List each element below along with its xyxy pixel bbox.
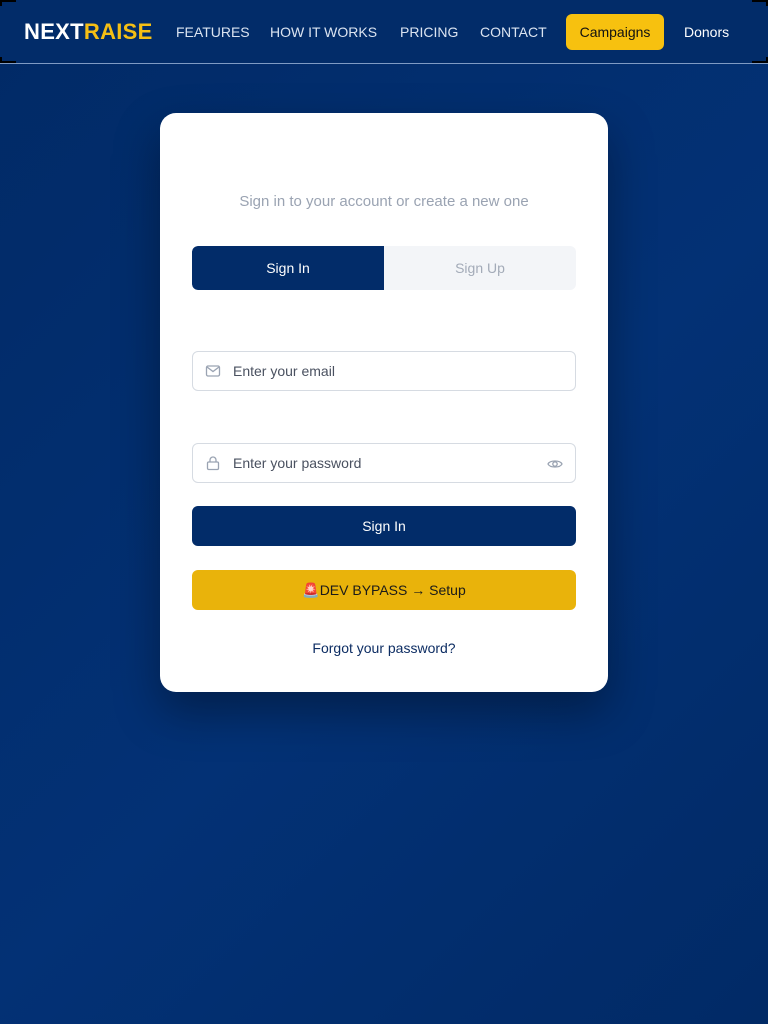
password-input[interactable] (233, 444, 533, 482)
corner-mark (0, 57, 16, 63)
email-input[interactable] (233, 352, 533, 390)
mail-icon (205, 363, 221, 379)
email-field (192, 351, 576, 391)
nav-pricing[interactable]: PRICING (400, 24, 458, 40)
tab-sign-up[interactable]: Sign Up (384, 246, 576, 290)
forgot-password-link[interactable]: Forgot your password? (160, 640, 608, 656)
auth-subtitle: Sign in to your account or create a new … (239, 193, 529, 210)
brand-logo[interactable]: NEXTRAISE (24, 19, 153, 45)
nav-contact[interactable]: CONTACT (480, 24, 547, 40)
nav-how-it-works[interactable]: HOW IT WORKS (270, 24, 377, 40)
campaigns-button[interactable]: Campaigns (566, 14, 664, 50)
logo-text-next: NEXT (24, 19, 84, 44)
lock-icon (205, 455, 221, 471)
logo-text-raise: RAISE (83, 19, 153, 44)
password-field (192, 443, 576, 483)
sign-in-button[interactable]: Sign In (192, 506, 576, 546)
nav-features[interactable]: FEATURES (176, 24, 250, 40)
auth-tabs: Sign In Sign Up (192, 246, 576, 290)
corner-mark (0, 0, 16, 6)
dev-bypass-button[interactable]: 🚨DEV BYPASS → Setup (192, 570, 576, 610)
corner-mark (752, 57, 768, 63)
corner-mark (752, 0, 768, 6)
auth-card: Sign in to your account or create a new … (160, 113, 608, 692)
eye-icon[interactable] (547, 456, 563, 472)
top-navbar: NEXTRAISE FEATURES HOW IT WORKS PRICING … (0, 0, 768, 64)
tab-sign-in[interactable]: Sign In (192, 246, 384, 290)
donors-link[interactable]: Donors (684, 24, 729, 40)
